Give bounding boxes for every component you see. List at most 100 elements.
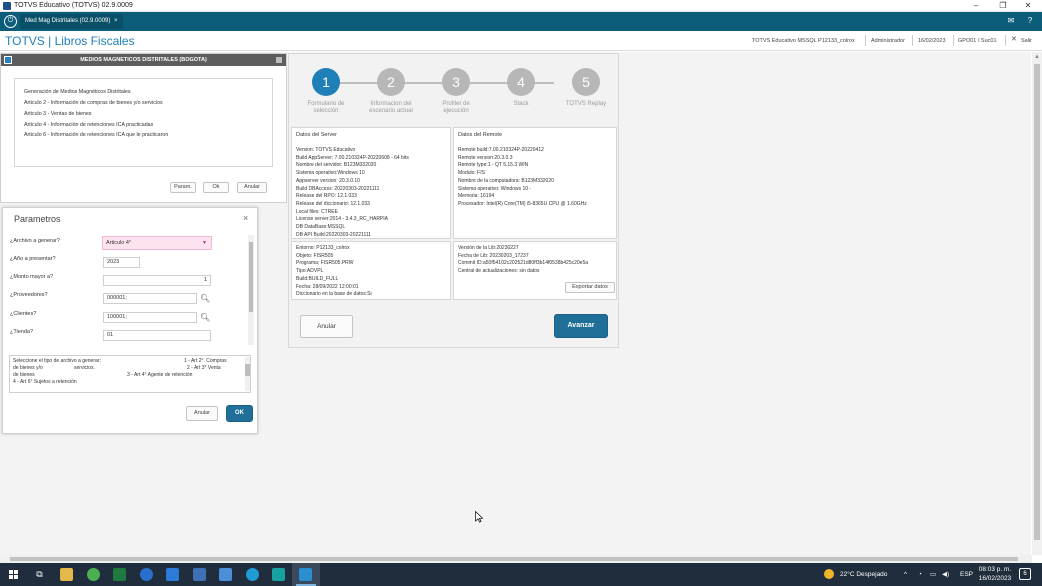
clock-time[interactable]: 08:03 p. m. bbox=[978, 566, 1012, 574]
app-icon[interactable] bbox=[246, 568, 259, 581]
file-explorer-icon[interactable] bbox=[60, 568, 73, 581]
search-icon[interactable]: 🔍︎ bbox=[200, 313, 210, 323]
lib-line: Fecha de Lib: 20230203_17237 bbox=[458, 252, 529, 259]
step-label-line: Informacion del bbox=[370, 101, 412, 107]
params-cancel-button[interactable]: Anular bbox=[186, 406, 218, 421]
minimize-button[interactable]: – bbox=[965, 0, 987, 12]
user-label[interactable]: Administrador bbox=[871, 37, 905, 45]
horizontal-scrollbar[interactable] bbox=[0, 555, 1032, 563]
chevron-down-icon[interactable]: ▼ bbox=[202, 237, 207, 249]
remote-line: Nombre de la computadora: B123M332020 bbox=[458, 177, 554, 184]
step-label-line: TOTVS Replay bbox=[565, 101, 607, 107]
step-5-circle[interactable]: 5 bbox=[572, 68, 600, 96]
description-line: Articulo 3 - Ventas de bienes bbox=[24, 111, 92, 117]
step-4-circle[interactable]: 4 bbox=[507, 68, 535, 96]
step-3-label: Profiler de ejecución bbox=[426, 101, 486, 115]
totvs-app-icon bbox=[299, 568, 312, 581]
step-4-label: Stack bbox=[491, 101, 551, 108]
app-logo-icon bbox=[3, 2, 11, 10]
close-window-button[interactable]: ✕ bbox=[1017, 0, 1039, 12]
proveedores-input[interactable]: 000001; bbox=[103, 293, 197, 304]
anio-input[interactable]: 2023 bbox=[103, 257, 140, 268]
wizard-cancel-button[interactable]: Anular bbox=[300, 315, 353, 338]
form-scrollbar[interactable] bbox=[248, 235, 254, 345]
close-icon[interactable] bbox=[276, 57, 282, 63]
notification-count: 6 bbox=[1023, 571, 1027, 577]
battery-icon[interactable]: ▭ bbox=[930, 571, 936, 579]
app-icon[interactable] bbox=[193, 568, 206, 581]
weather-text[interactable]: 22°C Despejado bbox=[840, 571, 887, 579]
step-label-line: Profiler de bbox=[442, 101, 470, 107]
help-scrollbar[interactable] bbox=[245, 357, 250, 391]
scrollbar-thumb[interactable] bbox=[249, 242, 253, 312]
app-icon[interactable] bbox=[166, 568, 179, 581]
app-icon[interactable] bbox=[219, 568, 232, 581]
step-2-circle[interactable]: 2 bbox=[377, 68, 405, 96]
scroll-up-icon[interactable]: ▲ bbox=[1032, 54, 1042, 60]
weather-moon-icon[interactable] bbox=[824, 569, 834, 579]
clientes-input[interactable]: 100001; bbox=[103, 312, 197, 323]
tab-close-icon[interactable]: × bbox=[114, 18, 118, 24]
date-label[interactable]: 16/02/2023 bbox=[918, 37, 946, 45]
params-ok-button[interactable]: OK bbox=[226, 405, 253, 422]
search-icon[interactable]: 🔍︎ bbox=[200, 294, 210, 304]
description-box: Generación de Medios Magnéticos Distrita… bbox=[14, 78, 273, 167]
chrome-icon[interactable] bbox=[87, 568, 100, 581]
remote-line: Remote build:7.00.210324P-20220412 bbox=[458, 147, 544, 153]
branch-label[interactable]: GPO01 / Suc01 bbox=[958, 37, 997, 45]
wizard-panel: 1 2 3 4 5 Formulario de selección Inform… bbox=[288, 53, 619, 348]
volume-icon[interactable]: ◀) bbox=[942, 571, 949, 579]
show-hidden-icons-icon[interactable]: ^ bbox=[904, 571, 907, 579]
env-line: Build:BUILD_FULL bbox=[296, 275, 339, 282]
network-icon[interactable]: ◔ bbox=[918, 571, 922, 579]
environment-label[interactable]: TOTVS Educativo MSSQL P12133_colrox bbox=[752, 37, 855, 45]
close-icon[interactable]: × bbox=[243, 213, 248, 224]
vertical-scrollbar[interactable]: ▲ bbox=[1032, 52, 1042, 555]
server-line: Build AppServer: 7.00.210324P-20220608 -… bbox=[296, 154, 409, 161]
scrollbar-thumb[interactable] bbox=[245, 364, 250, 376]
step-1-circle[interactable]: 1 bbox=[312, 68, 340, 96]
tab-med-mag-distritales[interactable]: Med Mag Distritales (02.9.0009) × bbox=[20, 14, 123, 29]
server-line: License server:2014 - 3.4.3_RC_HARPIA bbox=[296, 216, 388, 223]
env-line: Diccionario en la base de datos:Si bbox=[296, 291, 372, 298]
help-text: 1 - Art 2°. Compras bbox=[184, 358, 227, 364]
step-3-circle[interactable]: 3 bbox=[442, 68, 470, 96]
anio-label: ¿Año a presentar? bbox=[10, 256, 56, 262]
mail-icon[interactable]: ✉ bbox=[1005, 15, 1017, 27]
env-line: Fecha: 28/09/2022 12:00:01 bbox=[296, 283, 359, 290]
help-icon[interactable]: ? bbox=[1024, 15, 1036, 27]
remote-line: Sistema operativo: Windows 10 - bbox=[458, 185, 532, 192]
taskbar: ⧉ 22°C Despejado ^ ◔ ▭ ◀) ESP 08:03 p. m… bbox=[0, 563, 1042, 586]
monto-input[interactable]: 1 bbox=[103, 275, 211, 286]
windows-start-icon[interactable] bbox=[9, 570, 18, 579]
step-2-label: Informacion del escenario actual bbox=[361, 101, 421, 115]
lib-line: Commit ID:a50f54102c202521d80ff3b14f0538… bbox=[458, 260, 589, 267]
clock-date[interactable]: 16/02/2023 bbox=[978, 575, 1012, 583]
tienda-input[interactable]: 01 bbox=[103, 330, 211, 341]
params-button[interactable]: Param. bbox=[170, 182, 196, 193]
next-button[interactable]: Avanzar bbox=[554, 314, 608, 338]
ok-button[interactable]: Ok bbox=[203, 182, 229, 193]
remote-line: Modulo: FIS bbox=[458, 170, 485, 177]
lib-line: Versión de la Lib:20230227 bbox=[458, 245, 519, 251]
exit-label[interactable]: Salir bbox=[1021, 37, 1032, 45]
scrollbar-thumb[interactable] bbox=[10, 557, 1018, 561]
language-indicator[interactable]: ESP bbox=[960, 571, 973, 579]
help-text: Seleccione el tipo de archivo a generar: bbox=[13, 358, 101, 364]
app-icon[interactable] bbox=[140, 568, 153, 581]
notification-center-icon[interactable]: 6 bbox=[1019, 568, 1031, 580]
taskbar-active-app[interactable] bbox=[292, 563, 320, 586]
cancel-button[interactable]: Anular bbox=[237, 182, 267, 193]
app-icon[interactable] bbox=[272, 568, 285, 581]
task-view-icon[interactable]: ⧉ bbox=[33, 568, 46, 581]
scrollbar-thumb[interactable] bbox=[1034, 64, 1040, 540]
maximize-button[interactable]: ❐ bbox=[992, 0, 1014, 12]
export-data-button[interactable]: Exportar datos bbox=[565, 282, 615, 293]
app-icon[interactable] bbox=[113, 568, 126, 581]
exit-icon[interactable]: ✕ bbox=[1011, 36, 1017, 44]
step-label-line: Formulario de bbox=[307, 101, 345, 107]
server-line: Nombre del servidor: B123M332020 bbox=[296, 162, 377, 169]
power-icon[interactable]: ⏻ bbox=[4, 15, 17, 28]
archivo-select[interactable]: Articulo 4° ▼ bbox=[102, 236, 212, 250]
server-line: Sistema operativo:Windows 10 bbox=[296, 170, 365, 177]
